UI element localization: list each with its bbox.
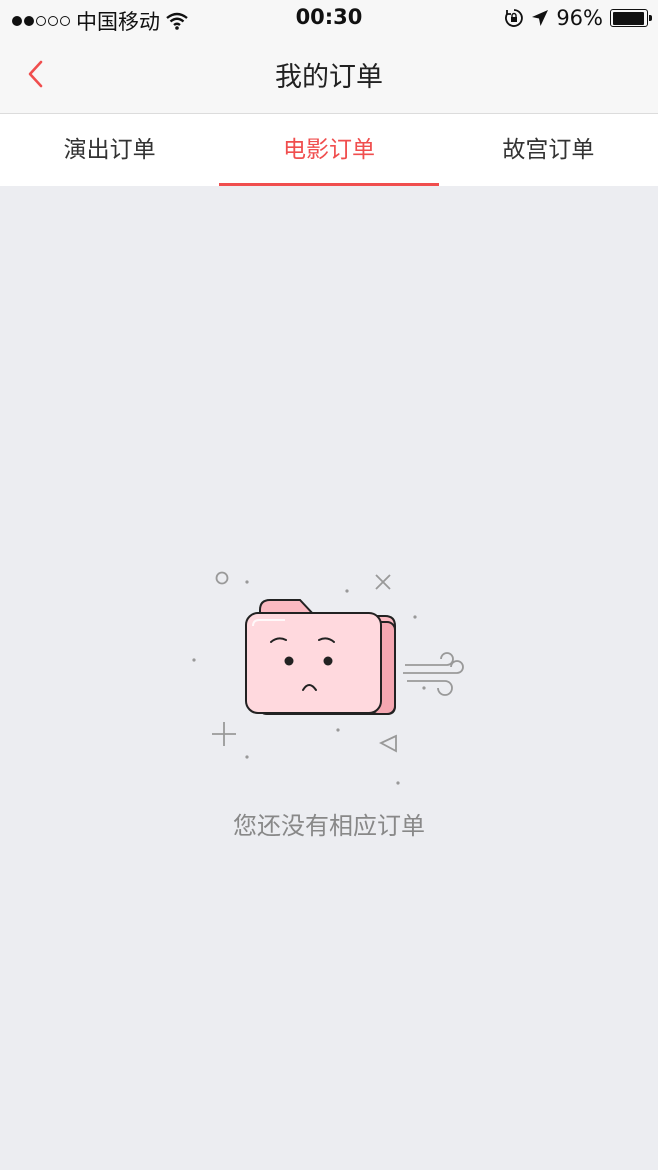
status-right: 96% [504, 6, 652, 30]
sad-folder-icon [192, 571, 464, 785]
tab-show-orders[interactable]: 演出订单 [0, 114, 219, 186]
nav-bar: 我的订单 [0, 38, 658, 113]
status-bar: 中国移动 00:30 96% [0, 0, 658, 38]
page-title: 我的订单 [275, 62, 383, 93]
top-bar: 中国移动 00:30 96% 我的订单 [0, 0, 658, 114]
tab-movie-orders[interactable]: 电影订单 [219, 114, 439, 186]
battery-icon [610, 9, 652, 27]
tab-palace-orders[interactable]: 故宫订单 [439, 114, 658, 186]
battery-percent: 96% [556, 6, 603, 30]
order-tabs: 演出订单 电影订单 故宫订单 [0, 114, 658, 186]
location-arrow-icon [532, 10, 549, 26]
empty-state-message: 您还没有相应订单 [233, 812, 425, 840]
orientation-lock-icon [505, 9, 524, 27]
